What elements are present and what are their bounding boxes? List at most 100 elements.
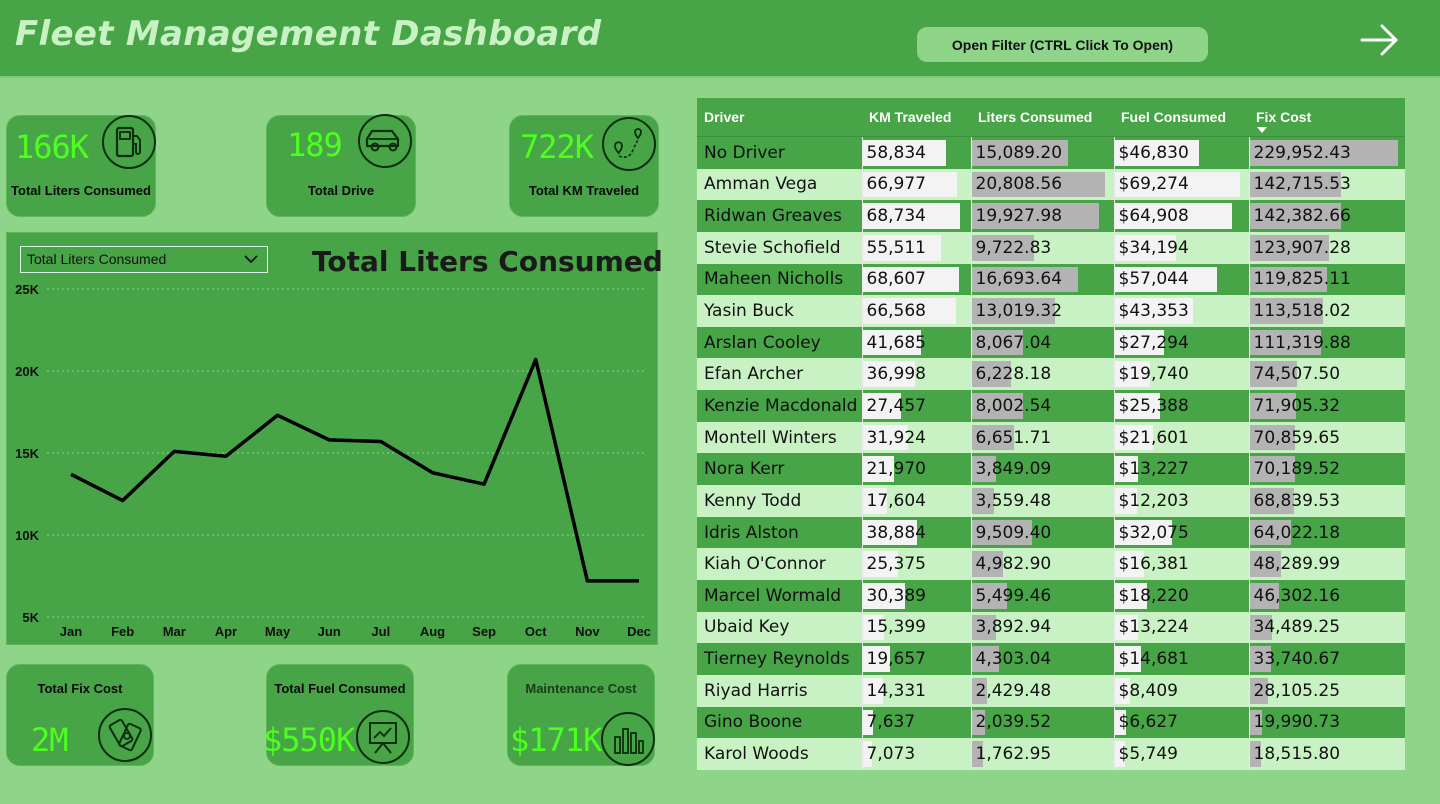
- cell-liters-consumed: 3,892.94: [970, 611, 1114, 644]
- kpi-label: Total Fuel Consumed: [274, 681, 406, 696]
- cell-fuel-consumed: $64,908: [1113, 200, 1249, 232]
- y-tick-label: 15K: [15, 446, 39, 461]
- cell-value: 229,952.43: [1253, 142, 1351, 163]
- table-row[interactable]: Tierney Reynolds 19,657 4,303.04 $14,681 33,…: [697, 643, 1405, 675]
- table-row[interactable]: Maheen Nicholls 68,607 16,693.64 $57,044 119…: [697, 263, 1405, 296]
- cell-value: $34,194: [1118, 237, 1189, 258]
- table-row[interactable]: Yasin Buck 66,568 13,019.32 $43,353 113,518.…: [697, 295, 1405, 327]
- cell-value: 14,331: [866, 680, 926, 701]
- data-point[interactable]: [531, 355, 541, 365]
- data-point[interactable]: [427, 468, 437, 478]
- kpi-card-total-liters: 166K Total Liters Consumed: [6, 115, 156, 217]
- cell-value: $13,227: [1118, 459, 1189, 480]
- x-tick-label: Nov: [575, 624, 600, 639]
- cell-driver: Arslan Cooley: [697, 326, 862, 359]
- cell-value: 66,568: [866, 301, 926, 322]
- cell-value: $27,294: [1118, 332, 1189, 353]
- table-row[interactable]: Marcel Wormald 30,389 5,499.46 $18,220 46,30…: [697, 579, 1405, 612]
- table-row[interactable]: Amman Vega 66,977 20,808.56 $69,274 142,715.…: [697, 168, 1405, 201]
- cell-value: 123,907.28: [1253, 237, 1351, 258]
- data-point[interactable]: [221, 451, 231, 461]
- cell-value: Ubaid Key: [704, 617, 790, 638]
- x-tick-label: Jul: [371, 624, 390, 639]
- kpi-label: Maintenance Cost: [525, 681, 637, 696]
- table-row[interactable]: Ridwan Greaves 68,734 19,927.98 $64,908 142,…: [697, 200, 1405, 232]
- x-tick-label: Feb: [111, 624, 134, 639]
- open-filter-button[interactable]: Open Filter (CTRL Click To Open): [917, 27, 1208, 62]
- cell-fuel-consumed: $46,830: [1113, 136, 1249, 169]
- cell-value: Marcel Wormald: [704, 585, 842, 606]
- cell-fix-cost: 142,382.66: [1248, 200, 1405, 232]
- cell-driver: Kenzie Macdonald: [697, 390, 862, 422]
- data-point[interactable]: [479, 479, 489, 489]
- cell-value: $8,409: [1118, 680, 1178, 701]
- table-row[interactable]: Idris Alston 38,884 9,509.40 $32,075 64,022.…: [697, 516, 1405, 549]
- table-row[interactable]: Arslan Cooley 41,685 8,067.04 $27,294 111,31…: [697, 326, 1405, 359]
- data-point[interactable]: [376, 437, 386, 447]
- cell-liters-consumed: 13,019.32: [970, 295, 1114, 327]
- cell-value: Riyad Harris: [704, 680, 808, 701]
- cell-km-traveled: 55,511: [861, 231, 971, 264]
- cell-km-traveled: 68,734: [861, 200, 971, 232]
- y-tick-label: 25K: [15, 282, 39, 297]
- table-row[interactable]: Efan Archer 36,998 6,228.18 $19,740 74,507.5…: [697, 358, 1405, 391]
- data-point[interactable]: [324, 435, 334, 445]
- cell-fix-cost: 142,715.53: [1248, 168, 1405, 201]
- cell-km-traveled: 68,607: [861, 263, 971, 296]
- data-point[interactable]: [66, 469, 76, 479]
- table-row[interactable]: Montell Winters 31,924 6,651.71 $21,601 70,8…: [697, 421, 1405, 454]
- cell-km-traveled: 15,399: [861, 611, 971, 644]
- cell-liters-consumed: 3,559.48: [970, 485, 1114, 517]
- data-point[interactable]: [118, 496, 128, 506]
- cell-value: 142,715.53: [1253, 174, 1351, 195]
- cell-fix-cost: 113,518.02: [1248, 295, 1405, 327]
- data-point[interactable]: [634, 576, 644, 586]
- cell-value: 19,990.73: [1253, 712, 1341, 733]
- cell-fuel-consumed: $25,388: [1113, 390, 1249, 422]
- page-title: Fleet Management Dashboard: [15, 14, 602, 54]
- data-point[interactable]: [273, 410, 283, 420]
- table-row[interactable]: Gino Boone 7,637 2,039.52 $6,627 19,990.73: [697, 706, 1405, 739]
- table-row[interactable]: Riyad Harris 14,331 2,429.48 $8,409 28,105.2…: [697, 674, 1405, 707]
- series-line[interactable]: [70, 357, 639, 583]
- cell-value: No Driver: [704, 142, 785, 163]
- cell-value: 3,559.48: [975, 490, 1052, 511]
- column-header-fix-cost[interactable]: Fix Cost: [1249, 98, 1405, 137]
- cell-fuel-consumed: $19,740: [1113, 358, 1249, 391]
- table-row[interactable]: Kenny Todd 17,604 3,559.48 $12,203 68,839.53: [697, 485, 1405, 517]
- cell-liters-consumed: 8,002.54: [970, 390, 1114, 422]
- table-row[interactable]: Ubaid Key 15,399 3,892.94 $13,224 34,489.25: [697, 611, 1405, 644]
- cell-km-traveled: 30,389: [861, 579, 971, 612]
- cell-value: 4,982.90: [975, 554, 1052, 575]
- column-header-km-traveled[interactable]: KM Traveled: [862, 98, 971, 137]
- cell-value: $19,740: [1118, 364, 1189, 385]
- kpi-value: $550K: [263, 721, 355, 759]
- kpi-value: 2M: [31, 721, 69, 759]
- cell-value: 30,389: [866, 585, 926, 606]
- cell-liters-consumed: 4,303.04: [970, 643, 1114, 675]
- cell-fuel-consumed: $57,044: [1113, 263, 1249, 296]
- data-point[interactable]: [582, 576, 592, 586]
- cell-value: 21,970: [866, 459, 926, 480]
- cell-value: 6,228.18: [975, 364, 1052, 385]
- column-header-fuel-consumed[interactable]: Fuel Consumed: [1114, 98, 1249, 137]
- table-row[interactable]: Nora Kerr 21,970 3,849.09 $13,227 70,189.52: [697, 453, 1405, 486]
- cell-value: 9,722.83: [975, 237, 1052, 258]
- table-row[interactable]: Stevie Schofield 55,511 9,722.83 $34,194 123…: [697, 231, 1405, 264]
- cell-km-traveled: 25,375: [861, 548, 971, 580]
- cell-value: $57,044: [1118, 269, 1189, 290]
- cell-value: 27,457: [866, 395, 926, 416]
- data-point[interactable]: [169, 446, 179, 456]
- table-row[interactable]: Kiah O'Connor 25,375 4,982.90 $16,381 48,289…: [697, 548, 1405, 580]
- cell-liters-consumed: 5,499.46: [970, 579, 1114, 612]
- cell-km-traveled: 7,073: [861, 738, 971, 770]
- cell-value: 111,319.88: [1253, 332, 1351, 353]
- column-header-driver[interactable]: Driver: [697, 98, 862, 137]
- table-row[interactable]: No Driver 58,834 15,089.20 $46,830 229,952.4…: [697, 136, 1405, 169]
- table-row[interactable]: Kenzie Macdonald 27,457 8,002.54 $25,388 71,…: [697, 390, 1405, 422]
- kpi-label: Total KM Traveled: [528, 183, 640, 198]
- arrow-right-icon[interactable]: [1358, 20, 1402, 60]
- table-row[interactable]: Karol Woods 7,073 1,762.95 $5,749 18,515.80: [697, 738, 1405, 770]
- cell-value: Montell Winters: [704, 427, 837, 448]
- column-header-liters-consumed[interactable]: Liters Consumed: [971, 98, 1114, 137]
